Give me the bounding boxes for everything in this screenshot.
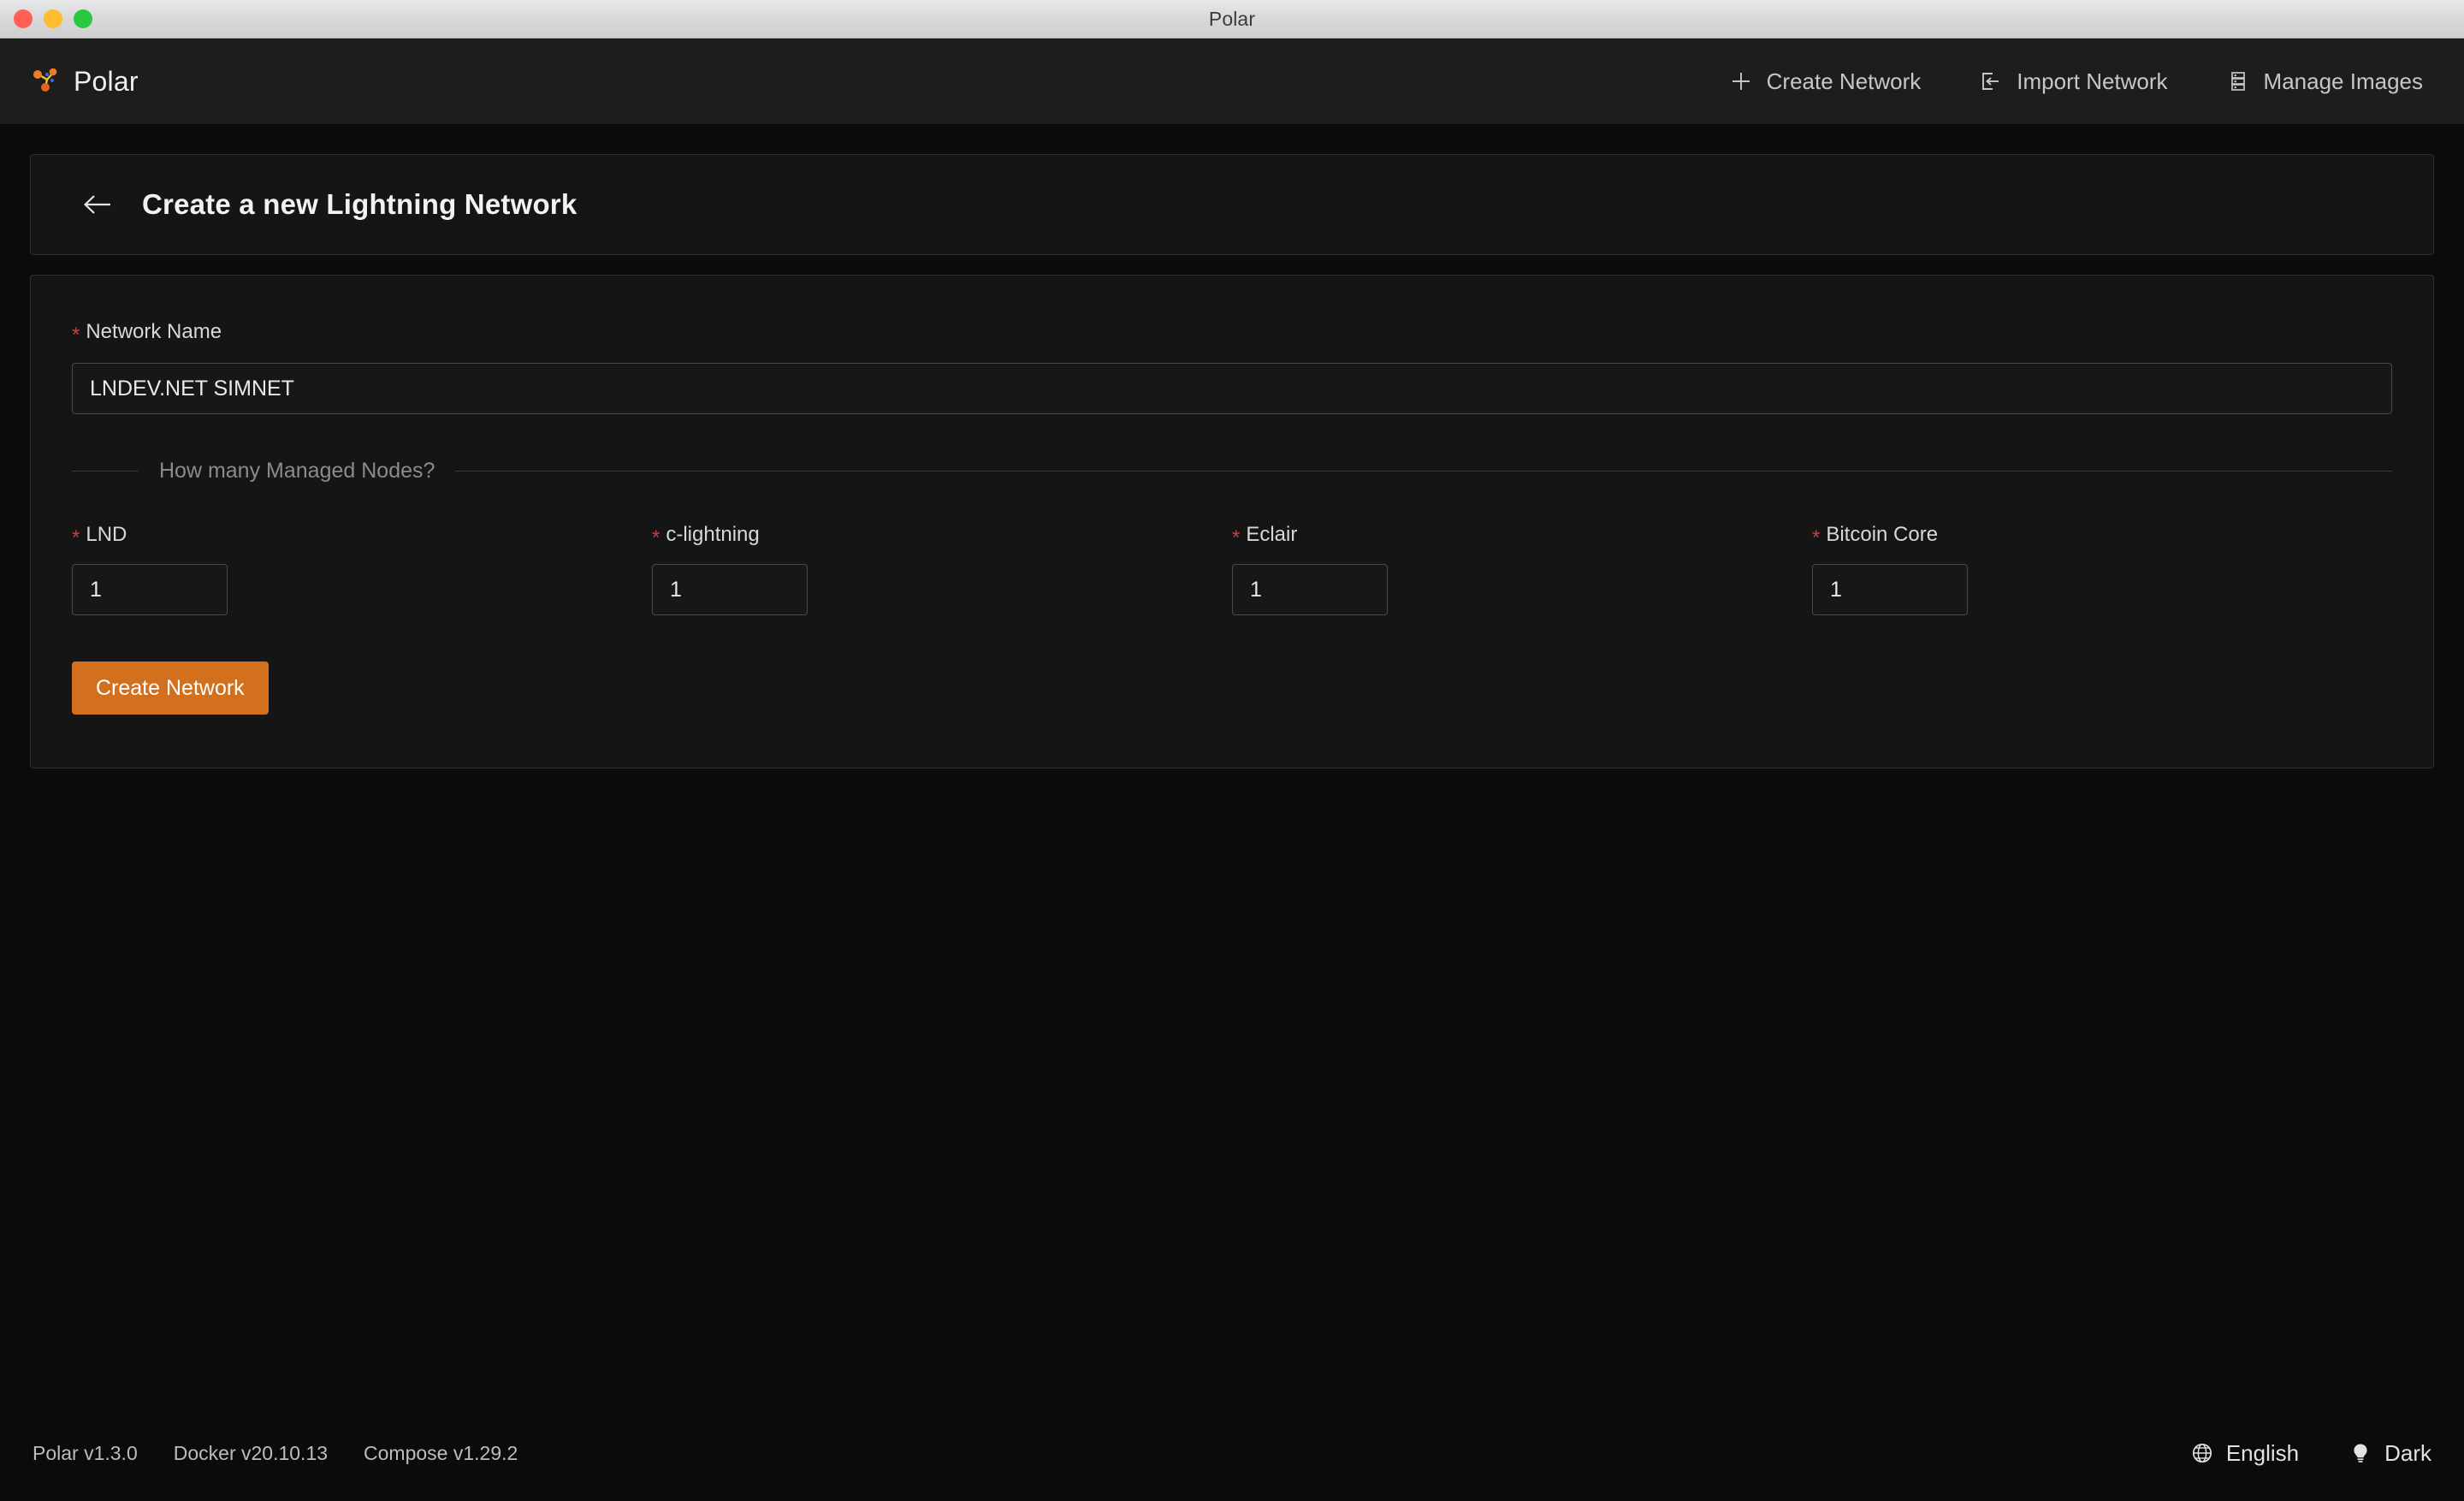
network-name-label: * Network Name <box>72 320 2392 347</box>
lnd-count-input[interactable] <box>72 564 228 615</box>
app-footer: Polar v1.3.0 Docker v20.10.13 Compose v1… <box>0 1424 2464 1501</box>
app-header: Polar Create Network Import Network Mana… <box>0 39 2464 124</box>
window-minimize-button[interactable] <box>44 9 62 28</box>
network-name-input[interactable] <box>72 363 2392 414</box>
nav-create-network-label: Create Network <box>1766 68 1922 94</box>
create-network-submit-button[interactable]: Create Network <box>72 662 269 715</box>
docker-version: Docker v20.10.13 <box>173 1441 329 1464</box>
create-network-form: * Network Name How many Managed Nodes? *… <box>30 275 2434 768</box>
nav-create-network[interactable]: Create Network <box>1729 68 1922 95</box>
c-lightning-label-text: c-lightning <box>666 523 760 546</box>
node-count-grid: * LND * c-lightning * Eclair <box>72 523 2392 615</box>
nav-import-network[interactable]: Import Network <box>1979 68 2168 95</box>
lnd-label-text: LND <box>86 523 127 546</box>
window-controls <box>14 9 92 28</box>
bitcoin-core-count-input[interactable] <box>1812 564 1968 615</box>
polar-network-logo-icon <box>31 65 60 98</box>
lnd-label: * LND <box>72 523 652 549</box>
required-marker: * <box>1812 526 1821 549</box>
divider-line-right <box>455 471 2392 472</box>
window-titlebar: Polar <box>0 0 2464 39</box>
brand-name: Polar <box>74 65 139 97</box>
polar-version: Polar v1.3.0 <box>33 1441 138 1464</box>
import-icon <box>1979 69 2003 93</box>
managed-nodes-divider-text: How many Managed Nodes? <box>159 459 435 483</box>
header-nav: Create Network Import Network Manage Ima… <box>1729 68 2431 95</box>
brand[interactable]: Polar <box>31 65 139 98</box>
page-content: Create a new Lightning Network * Network… <box>0 124 2464 1501</box>
compose-version: Compose v1.29.2 <box>364 1441 518 1464</box>
divider-line-left <box>72 471 139 472</box>
theme-switcher[interactable]: Dark <box>2348 1440 2431 1467</box>
required-marker: * <box>652 526 660 549</box>
language-label: English <box>2225 1439 2300 1466</box>
nav-manage-images-label: Manage Images <box>2263 68 2423 94</box>
node-field-eclair: * Eclair <box>1232 523 1812 615</box>
theme-label: Dark <box>2384 1439 2431 1466</box>
database-stack-icon <box>2226 69 2250 93</box>
network-name-label-text: Network Name <box>86 320 222 343</box>
page-title-card: Create a new Lightning Network <box>30 154 2434 255</box>
window-maximize-button[interactable] <box>74 9 92 28</box>
eclair-label: * Eclair <box>1232 523 1812 549</box>
node-field-lnd: * LND <box>72 523 652 615</box>
node-field-c-lightning: * c-lightning <box>652 523 1232 615</box>
plus-icon <box>1729 69 1753 93</box>
required-marker: * <box>72 526 80 549</box>
globe-icon <box>2190 1441 2214 1465</box>
window-close-button[interactable] <box>14 9 33 28</box>
required-marker: * <box>72 323 80 347</box>
required-marker: * <box>1232 526 1241 549</box>
language-switcher[interactable]: English <box>2190 1440 2299 1467</box>
c-lightning-label: * c-lightning <box>652 523 1232 549</box>
eclair-count-input[interactable] <box>1232 564 1388 615</box>
window-title: Polar <box>1208 7 1256 30</box>
lightbulb-icon <box>2348 1441 2372 1465</box>
bitcoin-core-label: * Bitcoin Core <box>1812 523 2392 549</box>
nav-import-network-label: Import Network <box>2017 68 2168 94</box>
managed-nodes-divider: How many Managed Nodes? <box>72 459 2392 484</box>
node-field-bitcoin-core: * Bitcoin Core <box>1812 523 2392 615</box>
footer-settings: English Dark <box>2190 1440 2431 1467</box>
c-lightning-count-input[interactable] <box>652 564 808 615</box>
page-title: Create a new Lightning Network <box>142 188 578 220</box>
footer-versions: Polar v1.3.0 Docker v20.10.13 Compose v1… <box>33 1442 518 1465</box>
eclair-label-text: Eclair <box>1246 523 1298 546</box>
arrow-left-icon[interactable] <box>80 187 116 222</box>
bitcoin-core-label-text: Bitcoin Core <box>1826 523 1939 546</box>
nav-manage-images[interactable]: Manage Images <box>2226 68 2423 95</box>
